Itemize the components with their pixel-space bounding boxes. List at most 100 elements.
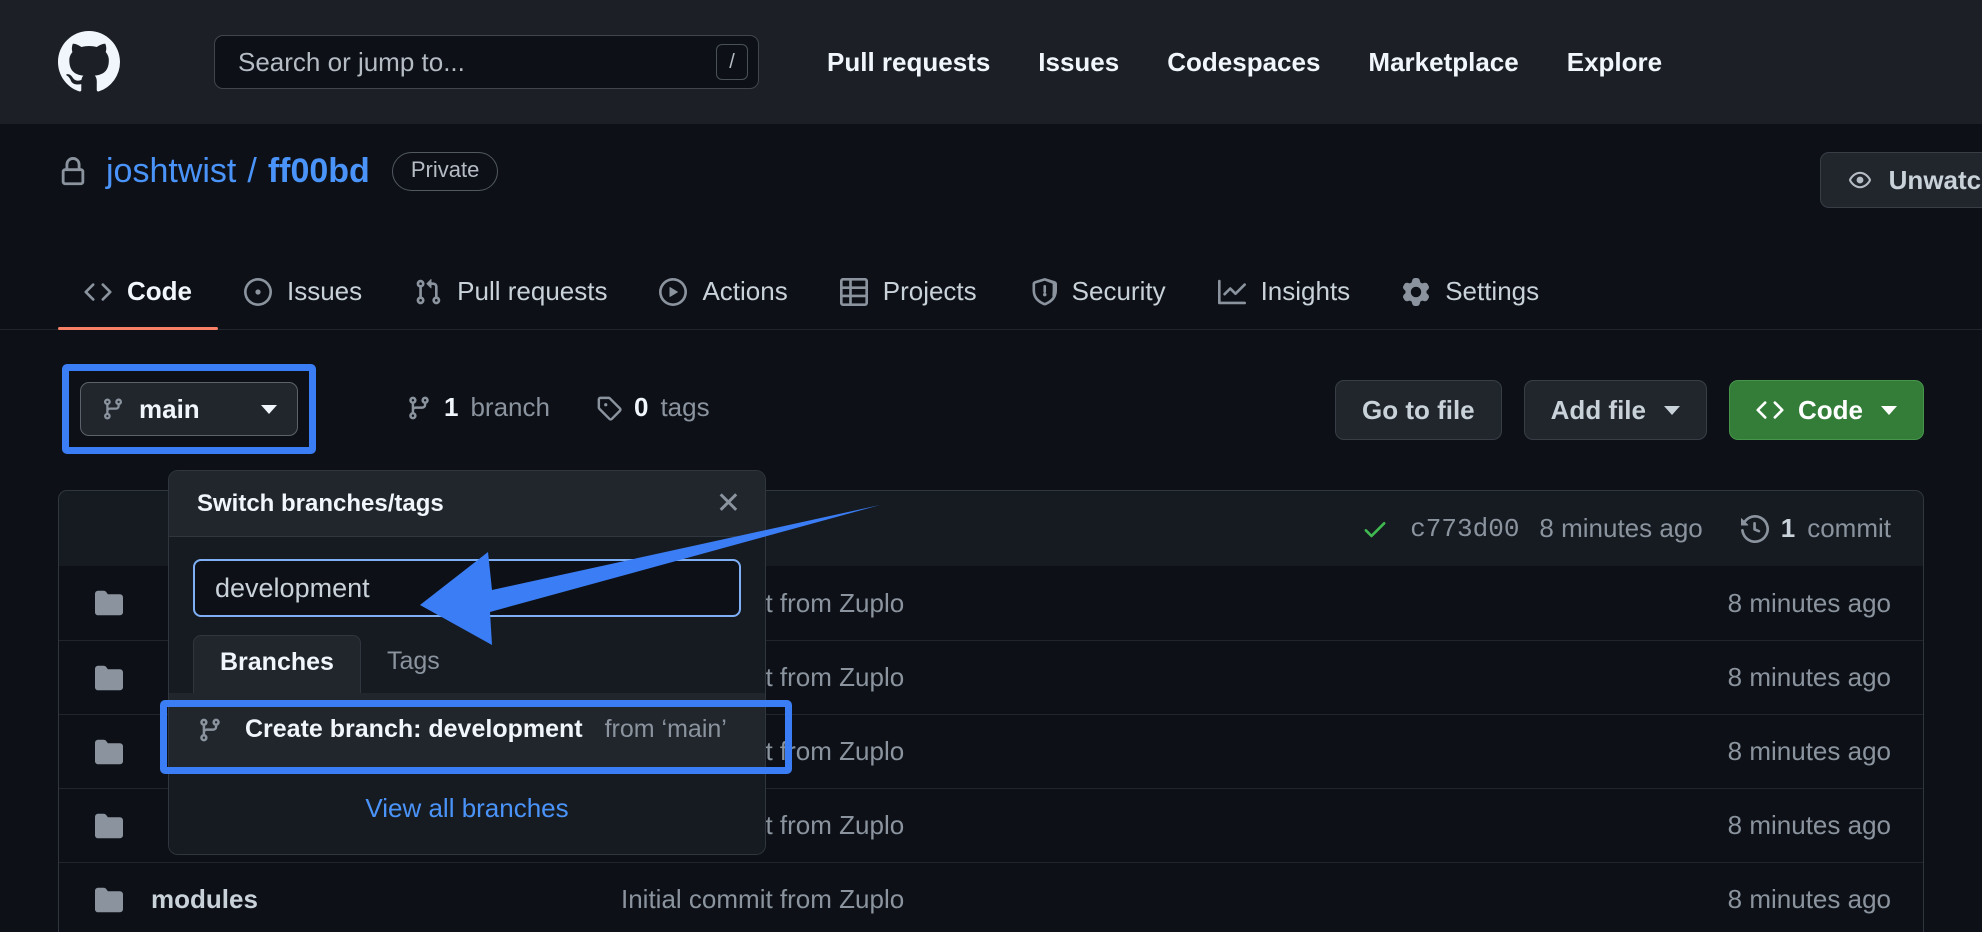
eye-icon	[1848, 171, 1871, 189]
dropdown-tab-branches-label: Branches	[220, 648, 334, 676]
code-button[interactable]: Code	[1729, 380, 1924, 440]
add-file-label: Add file	[1550, 394, 1646, 425]
branch-search-wrap: development	[169, 537, 765, 635]
nav-item-issues[interactable]: Issues	[1014, 47, 1143, 78]
commit-count-value: 1	[1780, 513, 1796, 543]
nav-item-pull-requests[interactable]: Pull requests	[803, 47, 1014, 78]
tag-count-label: tags	[660, 392, 710, 422]
folder-icon	[95, 590, 123, 616]
git-pull-request-icon	[416, 278, 441, 304]
search-shortcut-key: /	[716, 44, 748, 80]
branch-dropdown-footer: View all branches	[169, 766, 765, 854]
code-icon	[1756, 401, 1784, 419]
global-header: Search or jump to... / Pull requests Iss…	[0, 0, 1982, 124]
branch-dropdown-tabs: Branches Tags	[169, 635, 765, 693]
tab-issues[interactable]: Issues	[218, 254, 388, 330]
graph-icon	[1217, 279, 1246, 304]
commit-count[interactable]: 1 commit	[1740, 513, 1891, 544]
tab-projects[interactable]: Projects	[814, 254, 1003, 330]
view-all-branches-link[interactable]: View all branches	[365, 793, 568, 823]
dropdown-tab-branches[interactable]: Branches	[193, 635, 361, 693]
tab-actions[interactable]: Actions	[633, 254, 813, 330]
status-badge: Private	[391, 152, 499, 191]
github-mark-icon[interactable]	[58, 31, 120, 93]
chevron-down-icon	[261, 404, 277, 414]
create-branch-label: Create branch: development	[245, 715, 583, 743]
search-placeholder: Search or jump to...	[238, 46, 465, 77]
branch-count-label: branch	[470, 392, 550, 422]
tab-issues-label: Issues	[287, 276, 363, 306]
tab-insights-label: Insights	[1260, 276, 1351, 306]
branch-search-input[interactable]: development	[193, 559, 741, 617]
file-age: 8 minutes ago	[1727, 587, 1891, 618]
commit-count-label: commit	[1807, 513, 1891, 543]
history-icon	[1740, 514, 1769, 543]
branch-dropdown-header: Switch branches/tags ✕	[169, 471, 765, 537]
branch-dropdown-panel: Switch branches/tags ✕ development Branc…	[168, 470, 766, 855]
tab-insights[interactable]: Insights	[1192, 254, 1377, 330]
tab-pull-requests-label: Pull requests	[457, 276, 608, 306]
tag-count-value: 0	[633, 392, 649, 422]
repo-owner-link[interactable]: joshtwist	[106, 152, 236, 191]
create-branch-item[interactable]: Create branch: development from ‘main’	[169, 693, 765, 766]
code-button-label: Code	[1798, 394, 1863, 425]
tab-security[interactable]: Security	[1003, 254, 1192, 330]
git-branch-icon	[200, 718, 220, 741]
file-commit-message[interactable]: Initial commit from Zuplo	[621, 588, 1728, 619]
file-age: 8 minutes ago	[1727, 810, 1891, 840]
folder-icon	[95, 813, 123, 838]
repo-action-buttons: Go to file Add file Code	[1334, 380, 1924, 440]
unwatch-button[interactable]: Unwatch	[1819, 152, 1982, 208]
tab-settings[interactable]: Settings	[1376, 254, 1565, 330]
commit-hash[interactable]: c773d00	[1410, 514, 1519, 544]
repo-breadcrumb: joshtwist / ff00bd Private	[58, 152, 499, 191]
folder-icon	[95, 887, 123, 912]
tab-actions-label: Actions	[702, 276, 788, 306]
tab-code[interactable]: Code	[58, 254, 218, 330]
table-row[interactable]: modules Initial commit from Zuplo 8 minu…	[59, 862, 1923, 932]
branch-search-value: development	[215, 572, 370, 603]
go-to-file-label: Go to file	[1361, 394, 1475, 425]
dropdown-tab-tags[interactable]: Tags	[361, 635, 466, 693]
git-branch-icon	[409, 396, 429, 419]
tab-pull-requests[interactable]: Pull requests	[388, 254, 633, 330]
search-input[interactable]: Search or jump to... /	[214, 35, 759, 89]
git-branch-icon	[103, 398, 122, 420]
repo-meta-counts: 1 branch 0 tags	[406, 392, 710, 423]
branch-count-value: 1	[444, 392, 459, 422]
shield-icon	[1032, 277, 1057, 305]
commit-time: 8 minutes ago	[1539, 513, 1703, 543]
nav-item-codespaces[interactable]: Codespaces	[1143, 47, 1344, 78]
github-repo-page: Search or jump to... / Pull requests Iss…	[0, 0, 1982, 932]
repo-name-link[interactable]: ff00bd	[268, 152, 370, 191]
issue-opened-icon	[244, 277, 272, 306]
file-commit-message[interactable]: Initial commit from Zuplo	[621, 736, 1728, 767]
global-nav: Pull requests Issues Codespaces Marketpl…	[803, 47, 1686, 78]
file-commit-message[interactable]: Initial commit from Zuplo	[621, 662, 1728, 693]
gear-icon	[1403, 277, 1430, 306]
file-age: 8 minutes ago	[1727, 736, 1891, 766]
nav-item-marketplace[interactable]: Marketplace	[1344, 47, 1542, 78]
dropdown-tab-tags-label: Tags	[386, 647, 440, 675]
tab-security-label: Security	[1071, 276, 1166, 306]
repo-header: joshtwist / ff00bd Private Unwatch	[0, 124, 1982, 254]
table-icon	[839, 277, 868, 306]
branch-selector-button[interactable]: main	[80, 382, 298, 436]
go-to-file-button[interactable]: Go to file	[1334, 380, 1502, 440]
file-commit-message[interactable]: Initial commit from Zuplo	[621, 884, 1728, 915]
branch-count[interactable]: 1 branch	[406, 392, 550, 423]
check-icon	[1364, 521, 1386, 537]
tab-projects-label: Projects	[882, 276, 977, 306]
create-branch-source: from ‘main’	[604, 715, 727, 743]
close-icon[interactable]: ✕	[716, 488, 741, 519]
file-commit-message[interactable]: Initial commit from Zuplo	[621, 810, 1728, 841]
folder-icon	[95, 665, 123, 690]
code-icon	[84, 282, 112, 301]
nav-item-explore[interactable]: Explore	[1543, 47, 1686, 78]
tag-count[interactable]: 0 tags	[596, 392, 710, 423]
file-name[interactable]: modules	[151, 884, 621, 915]
add-file-button[interactable]: Add file	[1523, 380, 1707, 440]
chevron-down-icon	[1664, 405, 1680, 415]
repo-action-bar: main 1 branch 0 tags Go to file Add file	[58, 364, 1924, 454]
lock-icon	[61, 156, 85, 185]
